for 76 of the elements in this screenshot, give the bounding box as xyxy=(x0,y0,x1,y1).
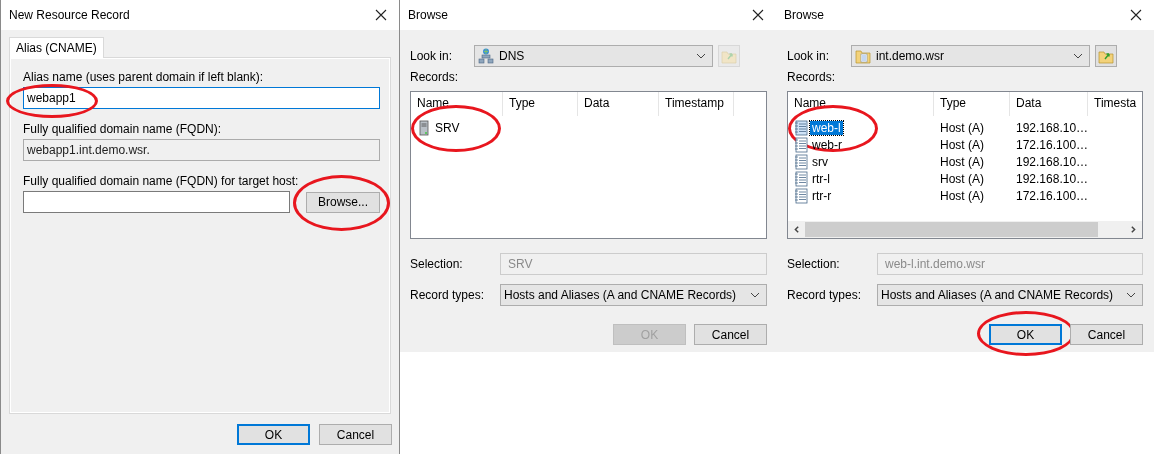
look-in-value: int.demo.wsr xyxy=(876,49,946,63)
column-header[interactable]: Type xyxy=(934,92,1010,116)
record-types-value: Hosts and Aliases (A and CNAME Records) xyxy=(881,288,1115,302)
close-icon[interactable] xyxy=(1130,9,1142,21)
column-header[interactable]: Timestamp xyxy=(659,92,734,116)
readonly-field: webapp1.int.demo.wsr. xyxy=(23,139,380,161)
look-in-value: DNS xyxy=(499,49,526,63)
records-list[interactable]: Name Type Data Timestamp SRV xyxy=(410,91,767,239)
dialog-button[interactable]: Cancel xyxy=(319,424,392,445)
close-icon[interactable] xyxy=(375,9,387,21)
selection-field: SRV xyxy=(500,253,767,275)
server-icon xyxy=(417,119,431,136)
record-data: 192.168.10… xyxy=(1015,154,1088,169)
record-type: Host (A) xyxy=(939,154,985,169)
record-icon xyxy=(794,170,808,187)
chevron-down-icon xyxy=(1073,53,1083,59)
record-type: Host (A) xyxy=(939,137,985,152)
browse-button[interactable]: Browse... xyxy=(306,191,380,213)
record-type: Host (A) xyxy=(939,188,985,203)
field-label: Look in: xyxy=(787,49,831,63)
record-data: 192.168.10… xyxy=(1015,120,1088,135)
column-header[interactable]: Data xyxy=(578,92,659,116)
record-icon xyxy=(794,153,808,170)
record-types-value: Hosts and Aliases (A and CNAME Records) xyxy=(504,288,738,302)
column-header[interactable]: Name xyxy=(788,92,934,116)
records-label: Records: xyxy=(787,70,837,84)
field-label: Fully qualified domain name (FQDN) for target host: xyxy=(23,174,300,188)
look-in-dropdown[interactable]: int.demo.wsr xyxy=(851,45,1090,67)
field-label: Look in: xyxy=(410,49,454,63)
input-field[interactable]: webapp1 xyxy=(23,87,380,109)
record-types-dropdown[interactable]: Hosts and Aliases (A and CNAME Records) xyxy=(500,284,767,306)
record-data: 172.16.100… xyxy=(1015,137,1088,152)
chevron-down-icon xyxy=(696,53,706,59)
dialog-button[interactable]: Cancel xyxy=(694,324,767,345)
record-name[interactable]: SRV xyxy=(433,120,462,135)
column-header[interactable]: Data xyxy=(1010,92,1088,116)
records-list[interactable]: Name Type Data Timesta web-l Host (A) 192.168.10… web-r Host (A) 172.16.100… srv Host (A) 192.168.10… rtr-l Host (A) 192.168.10… rtr-r Host (A) 172.16.100… xyxy=(787,91,1143,239)
record-data: 192.168.10… xyxy=(1015,171,1088,186)
record-type: Host (A) xyxy=(939,120,985,135)
field-label: Record types: xyxy=(410,288,486,302)
record-data: 172.16.100… xyxy=(1015,188,1088,203)
dns-server-icon xyxy=(478,48,494,64)
field-label: Fully qualified domain name (FQDN): xyxy=(23,122,223,136)
field-label: Alias name (uses parent domain if left blank): xyxy=(23,70,265,84)
chevron-down-icon xyxy=(1126,292,1136,298)
column-header[interactable]: Name xyxy=(411,92,503,116)
dialog-button[interactable]: OK xyxy=(237,424,310,445)
record-icon xyxy=(794,136,808,153)
record-name[interactable]: web-l xyxy=(810,120,843,135)
record-name[interactable]: rtr-r xyxy=(810,188,834,203)
folder-document-icon xyxy=(855,48,871,64)
record-type: Host (A) xyxy=(939,171,985,186)
tab[interactable]: Alias (CNAME) xyxy=(9,37,104,58)
record-icon xyxy=(794,187,808,204)
dialog-button[interactable]: OK xyxy=(989,324,1062,345)
column-header[interactable]: Timesta xyxy=(1088,92,1142,116)
dialog-button[interactable]: Cancel xyxy=(1070,324,1143,345)
close-icon[interactable] xyxy=(752,9,764,21)
window-title: Browse xyxy=(784,8,824,22)
horizontal-scrollbar[interactable] xyxy=(788,221,1142,238)
window-title: Browse xyxy=(408,8,448,22)
record-name[interactable]: rtr-l xyxy=(810,171,832,186)
field-label: Selection: xyxy=(787,257,841,271)
chevron-down-icon xyxy=(750,292,760,298)
field-label: Record types: xyxy=(787,288,863,302)
record-name[interactable]: web-r xyxy=(810,137,844,152)
record-types-dropdown[interactable]: Hosts and Aliases (A and CNAME Records) xyxy=(877,284,1143,306)
field-label: Selection: xyxy=(410,257,464,271)
column-header[interactable]: Type xyxy=(503,92,578,116)
records-label: Records: xyxy=(410,70,460,84)
record-icon xyxy=(794,119,808,136)
input-field[interactable] xyxy=(23,191,290,213)
look-in-dropdown[interactable]: DNS xyxy=(474,45,713,67)
record-name[interactable]: srv xyxy=(810,154,830,169)
window-title: New Resource Record xyxy=(9,8,130,22)
selection-field: web-l.int.demo.wsr xyxy=(877,253,1143,275)
